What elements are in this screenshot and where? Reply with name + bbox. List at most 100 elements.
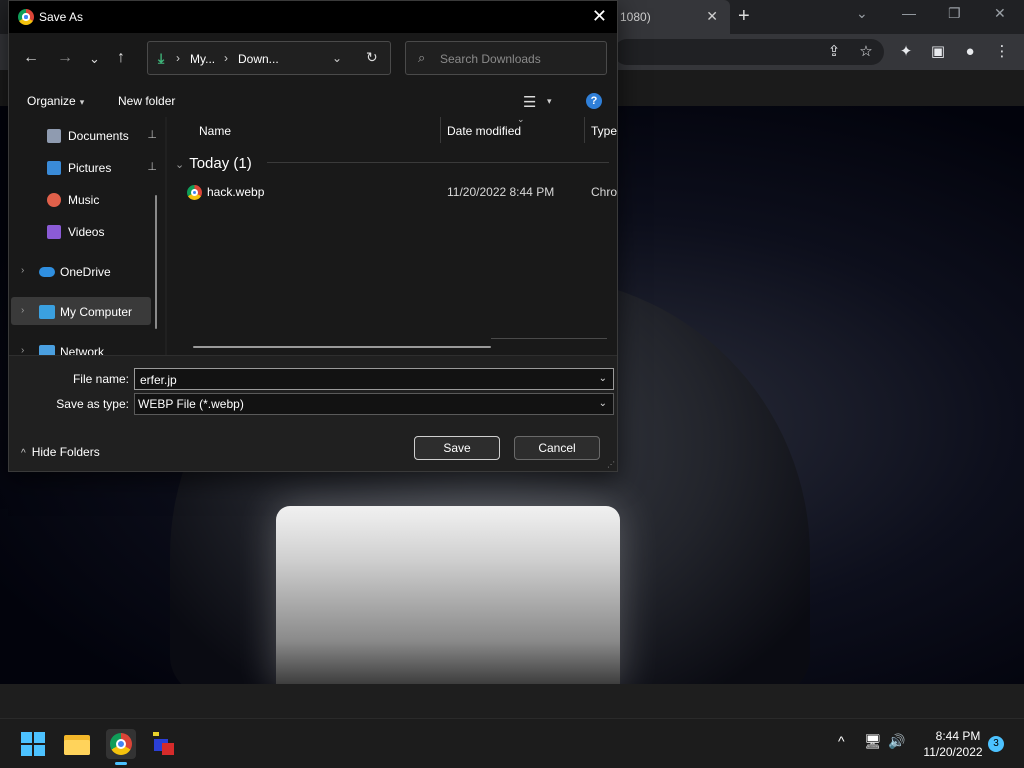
navpane-scrollbar[interactable] [155, 195, 157, 329]
volume-icon[interactable]: 🔊 [888, 733, 905, 750]
chevron-down-icon[interactable]: ⌄ [599, 373, 607, 384]
maximize-button[interactable]: ❐ [948, 5, 961, 22]
search-input[interactable] [440, 50, 600, 68]
browser-tab-title: 1080) [620, 10, 651, 24]
organize-button[interactable]: Organize ▾ [27, 94, 84, 108]
forward-arrow-icon[interactable]: → [57, 49, 73, 67]
start-button[interactable] [18, 729, 48, 759]
file-row[interactable]: hack.webp 11/20/2022 8:44 PM Chro [185, 181, 617, 205]
column-divider[interactable] [440, 117, 441, 143]
expand-chevron-icon[interactable]: › [21, 265, 24, 276]
file-explorer-icon[interactable] [62, 729, 92, 759]
app-taskbar-icon[interactable] [150, 729, 180, 759]
recent-locations-icon[interactable]: ⌄ [89, 51, 100, 67]
group-header-today[interactable]: ⌄ Today (1) [175, 155, 252, 172]
notification-badge[interactable]: 3 [988, 736, 1004, 752]
search-box[interactable]: ⌕ [405, 41, 607, 75]
nav-item-label: Videos [68, 225, 105, 239]
nav-item-label: Network [60, 345, 105, 355]
column-header-date[interactable]: Date modified [447, 124, 521, 138]
nav-item-label: Pictures [68, 161, 112, 175]
dialog-close-button[interactable]: ✕ [592, 6, 607, 26]
file-name-input[interactable] [140, 372, 580, 387]
pin-icon[interactable]: ⊥ [147, 128, 157, 141]
clock-date[interactable]: 11/20/2022 [920, 745, 986, 759]
pictures-icon [47, 161, 61, 175]
breadcrumb-downloads[interactable]: Down... [238, 52, 279, 66]
new-tab-button[interactable]: + [738, 5, 750, 28]
active-indicator [115, 762, 127, 765]
onedrive-icon [39, 267, 55, 277]
view-options-icon[interactable]: ☰ [523, 93, 536, 111]
save-as-dialog: Save As ✕ ← → ⌄ ↑ ⤓ › My... › Down... ⌄ … [8, 0, 618, 472]
clock-time[interactable]: 8:44 PM [928, 729, 988, 743]
nav-item-my-computer[interactable]: › My Computer [11, 297, 151, 325]
file-name: hack.webp [207, 185, 265, 199]
address-breadcrumb[interactable]: ⤓ › My... › Down... ⌄ ↻ [147, 41, 391, 75]
organize-dropdown-icon: ▾ [79, 97, 85, 107]
expand-chevron-icon[interactable]: › [21, 345, 24, 355]
pin-icon[interactable]: ⊥ [147, 160, 157, 173]
save-button[interactable]: Save [414, 436, 500, 460]
refresh-icon[interactable]: ↻ [366, 49, 378, 66]
column-header-name[interactable]: Name [199, 124, 231, 138]
laptop-glow [276, 506, 620, 684]
nav-item-pictures[interactable]: Pictures ⊥ [19, 153, 159, 181]
videos-icon [47, 225, 61, 239]
back-arrow-icon[interactable]: ← [23, 49, 39, 67]
chrome-taskbar-icon[interactable] [106, 729, 136, 765]
nav-item-network[interactable]: › Network [11, 337, 151, 355]
chevron-down-icon[interactable]: ⌄ [599, 398, 607, 409]
expand-chevron-icon[interactable]: › [21, 305, 24, 316]
resize-grip-icon[interactable]: ⋰ [607, 460, 615, 469]
taskbar: ^ 🖥 🔊 8:44 PM 11/20/2022 [0, 718, 1024, 768]
tab-close-icon[interactable]: ✕ [706, 8, 718, 25]
tab-search-icon[interactable]: ⌄ [856, 5, 868, 22]
nav-item-onedrive[interactable]: › OneDrive [11, 257, 151, 285]
breadcrumb-separator: › [224, 51, 228, 65]
file-type: Chro [591, 185, 617, 199]
column-divider[interactable] [584, 117, 585, 143]
organize-label: Organize [27, 94, 76, 108]
chevron-up-icon: ^ [21, 448, 26, 459]
browser-tab[interactable]: 1080) ✕ [600, 0, 730, 34]
minimize-button[interactable]: — [902, 5, 916, 21]
column-header-type[interactable]: Type [591, 124, 617, 138]
window-close-button[interactable]: ✕ [994, 5, 1006, 22]
side-panel-icon[interactable]: ▣ [928, 42, 948, 62]
chrome-menu-icon[interactable]: ⋮ [992, 42, 1012, 62]
command-bar: Organize ▾ New folder ☰ ▾ ? [9, 85, 617, 117]
save-type-label: Save as type: [56, 397, 129, 411]
dialog-titlebar[interactable]: Save As ✕ [9, 1, 617, 33]
file-name-field[interactable]: ⌄ [134, 368, 614, 390]
cancel-button[interactable]: Cancel [514, 436, 600, 460]
save-type-select[interactable]: WEBP File (*.webp) ⌄ [134, 393, 614, 415]
share-icon[interactable]: ⇪ [824, 42, 844, 62]
extensions-icon[interactable]: ✦ [896, 42, 916, 62]
group-label: Today (1) [189, 155, 252, 172]
horizontal-scrollbar[interactable] [193, 346, 491, 348]
profile-icon[interactable]: ● [960, 42, 980, 62]
file-list: Name ⌄ Date modified Type ⌄ Today (1) hac… [167, 117, 617, 355]
view-dropdown-icon[interactable]: ▾ [547, 96, 552, 107]
hide-folders-button[interactable]: ^ Hide Folders [21, 445, 100, 459]
bookmark-star-icon[interactable]: ☆ [856, 42, 876, 62]
new-folder-button[interactable]: New folder [118, 94, 175, 108]
nav-item-videos[interactable]: Videos [19, 217, 159, 245]
nav-item-label: Documents [68, 129, 129, 143]
breadcrumb-my-computer[interactable]: My... [190, 52, 215, 66]
network-icon[interactable]: 🖥 [864, 733, 882, 750]
file-name-label: File name: [72, 372, 129, 386]
help-icon[interactable]: ? [586, 93, 602, 109]
music-icon [47, 193, 61, 207]
up-arrow-icon[interactable]: ↑ [117, 49, 125, 67]
downloads-icon: ⤓ [158, 50, 165, 66]
nav-item-label: My Computer [60, 305, 133, 319]
chrome-icon [110, 733, 132, 755]
network-icon [39, 345, 55, 355]
nav-item-music[interactable]: Music [19, 185, 159, 213]
address-dropdown-icon[interactable]: ⌄ [332, 51, 342, 65]
search-icon: ⌕ [418, 50, 426, 65]
tray-overflow-icon[interactable]: ^ [838, 733, 845, 749]
nav-item-documents[interactable]: Documents ⊥ [19, 121, 159, 149]
